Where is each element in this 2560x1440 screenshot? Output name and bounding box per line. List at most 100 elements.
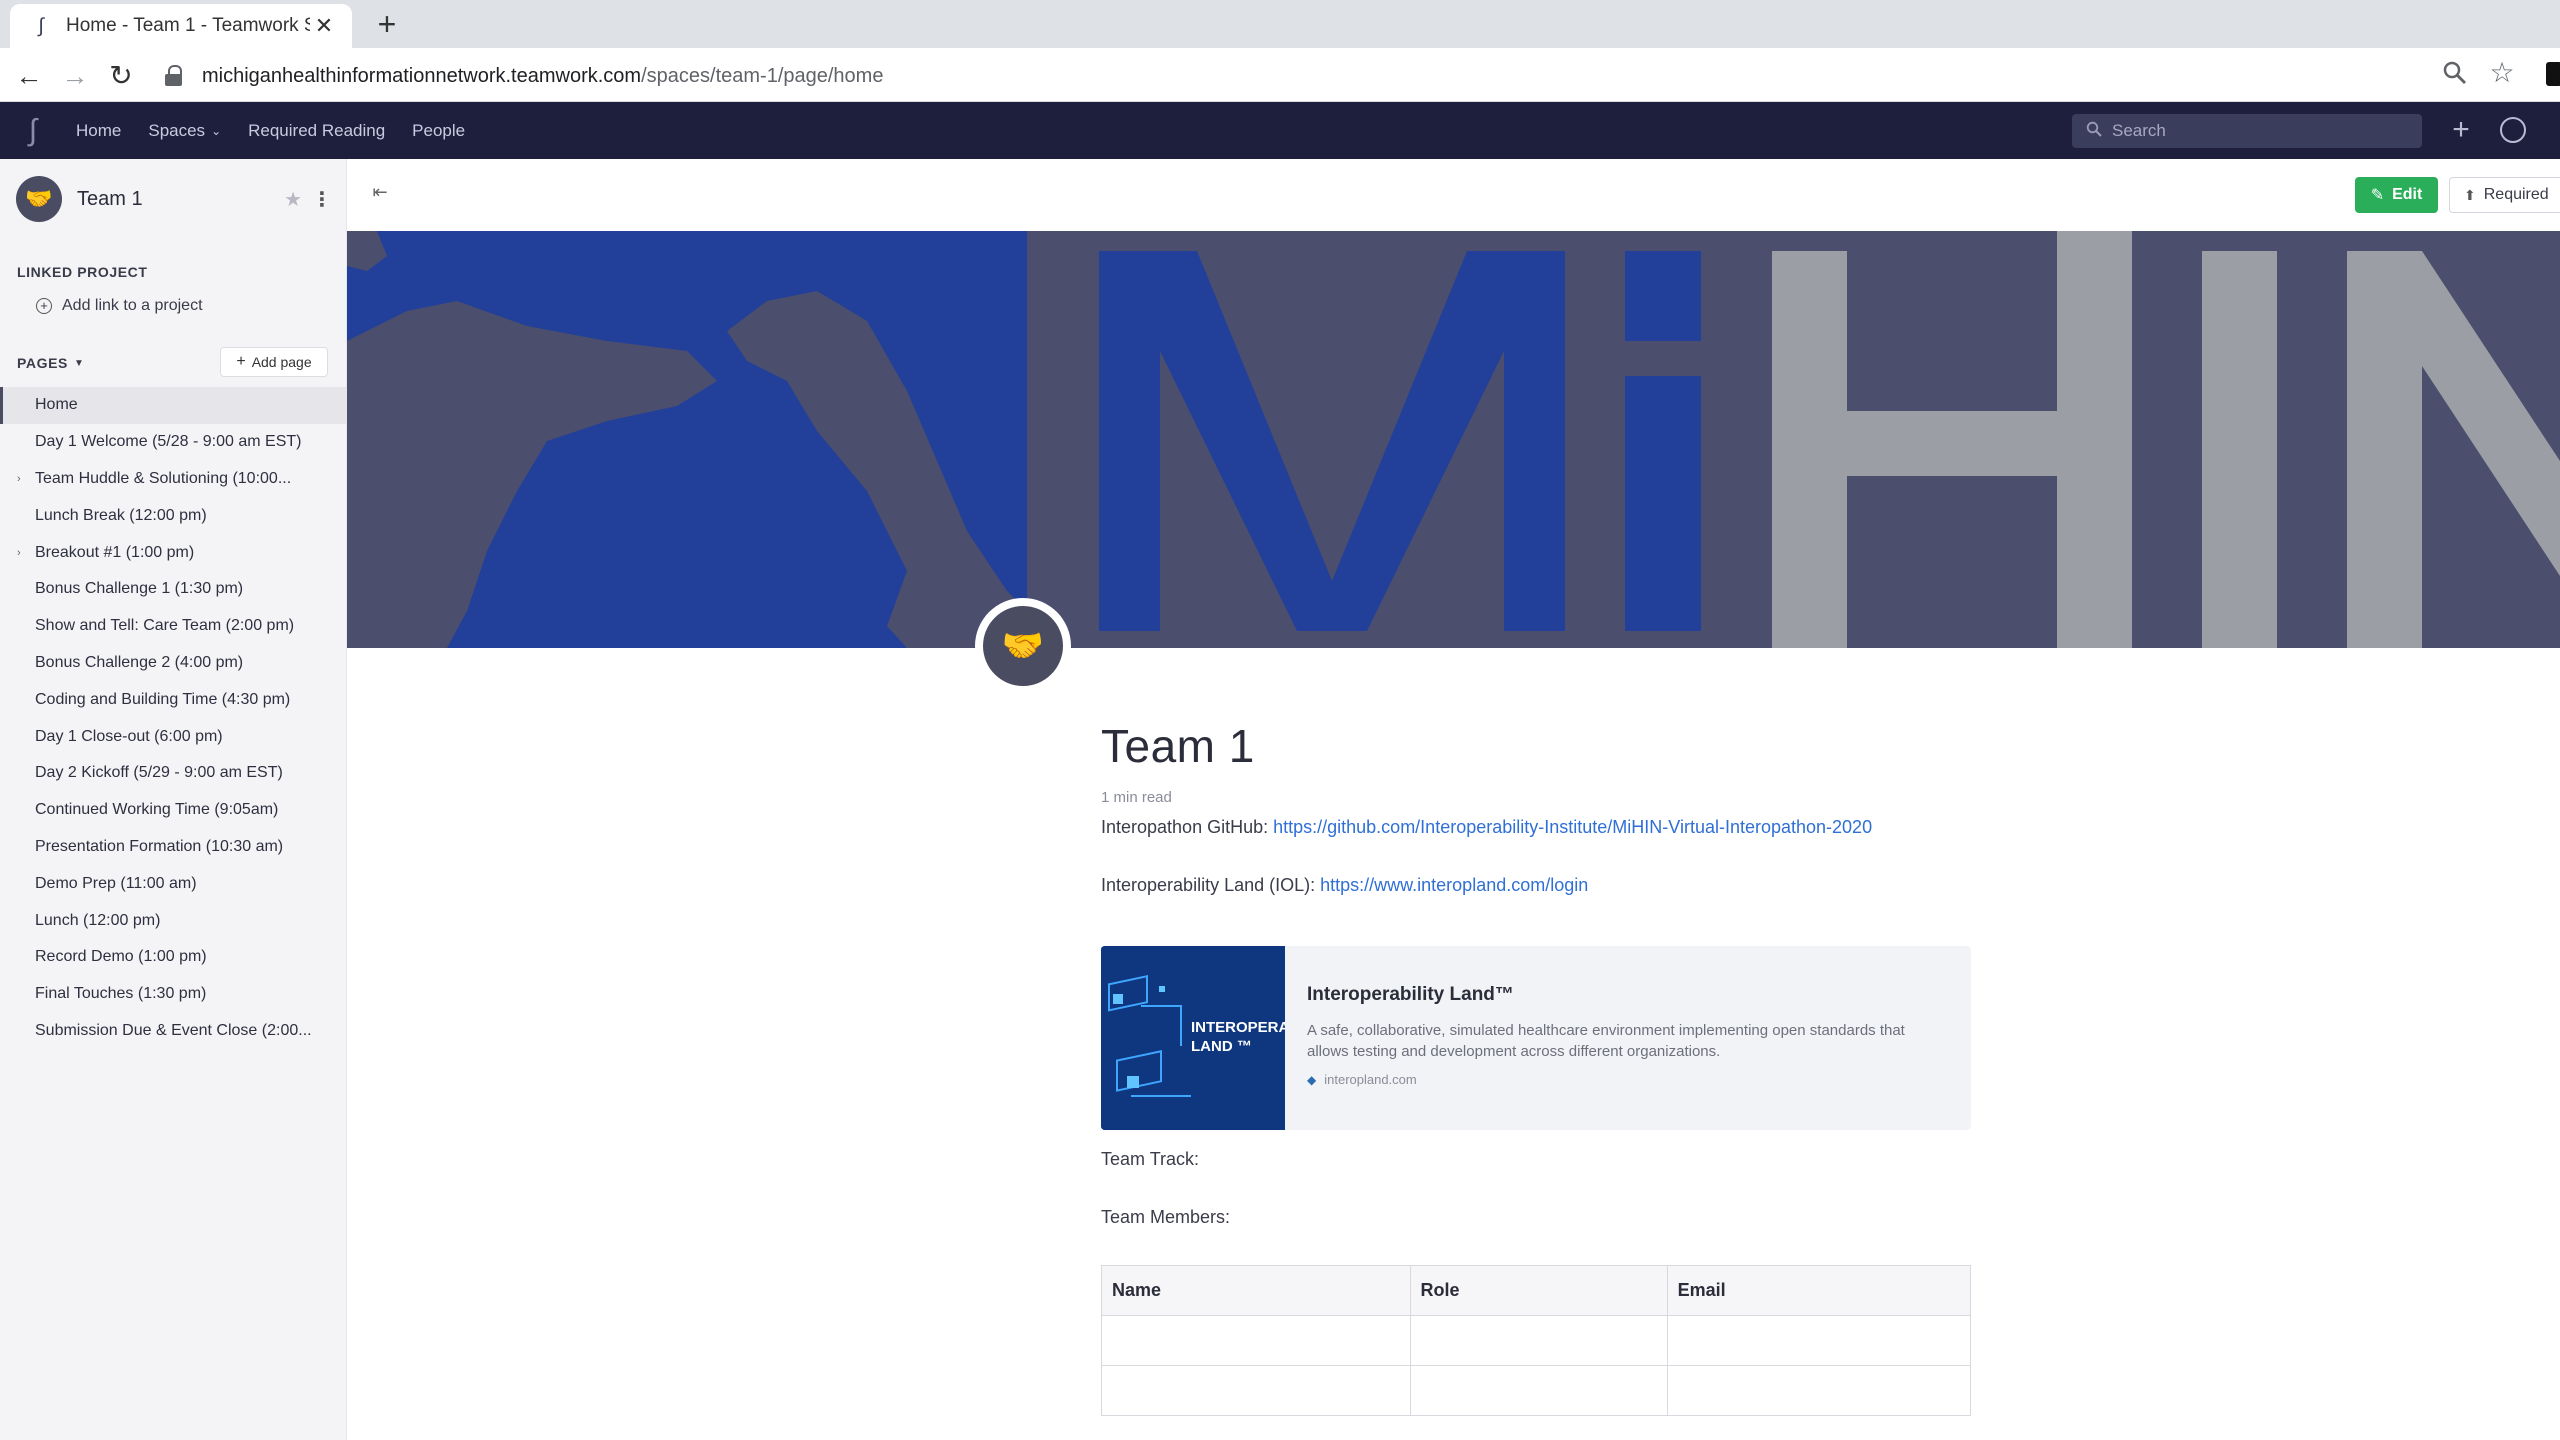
table-cell[interactable] [1101,1365,1411,1416]
sidebar-page-label: Day 1 Welcome (5/28 - 9:00 am EST) [35,433,302,451]
lock-icon [164,65,184,87]
linked-project-heading: LINKED PROJECT [17,264,148,280]
sidebar: 🤝 Team 1 ★ ⋮ LINKED PROJECT + Add link t… [0,159,347,1440]
add-link-label: Add link to a project [62,297,203,314]
browser-toolbar: ← → ↻ michiganhealthinformationnetwork.t… [0,48,2560,102]
sidebar-page-item[interactable]: Submission Due & Event Close (2:00... [0,1013,346,1050]
new-tab-icon[interactable]: + [370,8,404,42]
browser-tabstrip: ∫ Home - Team 1 - Teamwork Spac ✕ + [0,0,2560,48]
close-tab-icon[interactable]: ✕ [310,12,338,40]
chevron-right-icon[interactable]: › [17,473,21,485]
sidebar-page-item[interactable]: Lunch (12:00 pm) [0,902,346,939]
space-avatar-handshake-icon[interactable]: 🤝 [16,176,62,222]
chevron-down-icon: ⌄ [211,123,222,138]
card-thumbnail-text: INTEROPERA LAND ™ [1191,1018,1285,1056]
sidebar-page-item[interactable]: › Team Huddle & Solutioning (10:00... [0,461,346,498]
sidebar-page-item[interactable]: › Breakout #1 (1:00 pm) [0,534,346,571]
search-box[interactable] [2072,114,2422,148]
sidebar-page-label: Continued Working Time (9:05am) [35,801,279,819]
sidebar-page-item[interactable]: Show and Tell: Care Team (2:00 pm) [0,608,346,645]
sidebar-page-item[interactable]: Bonus Challenge 2 (4:00 pm) [0,645,346,682]
sidebar-page-item[interactable]: Continued Working Time (9:05am) [0,792,346,829]
github-link[interactable]: https://github.com/Interoperability-Inst… [1273,817,1872,837]
sidebar-page-item[interactable]: Day 1 Close-out (6:00 pm) [0,718,346,755]
reload-icon[interactable]: ↻ [104,59,138,93]
card-body: Interoperability Land™ A safe, collabora… [1307,984,1947,1087]
pages-heading[interactable]: PAGES ▼ [17,355,84,371]
table-cell[interactable] [1666,1365,1972,1416]
forward-icon[interactable]: → [58,59,92,93]
read-time: 1 min read [1101,789,1172,806]
table-cell[interactable] [1101,1315,1411,1366]
browser-tab[interactable]: ∫ Home - Team 1 - Teamwork Spac ✕ [10,4,352,48]
nav-home[interactable]: Home [76,121,121,141]
favorite-star-icon[interactable]: ★ [284,187,302,212]
card-domain: ◆ interopland.com [1307,1072,1947,1087]
card-description: A safe, collaborative, simulated healthc… [1307,1022,1905,1060]
sidebar-page-label: Lunch (12:00 pm) [35,911,161,929]
nav-home-label: Home [76,120,122,140]
bookmark-star-icon[interactable]: ☆ [2487,58,2517,88]
table-row [1101,1315,1972,1366]
search-input[interactable] [2112,121,2392,141]
chevron-right-icon[interactable]: › [17,547,21,559]
edit-button[interactable]: ✎ Edit [2355,177,2438,213]
sidebar-page-item[interactable]: Final Touches (1:30 pm) [0,976,346,1013]
sidebar-page-label: Bonus Challenge 2 (4:00 pm) [35,653,244,671]
sidebar-page-item[interactable]: Day 1 Welcome (5/28 - 9:00 am EST) [0,424,346,461]
extension-icon[interactable] [2546,62,2560,86]
pencil-icon: ✎ [2370,187,2385,204]
back-icon[interactable]: ← [12,59,46,93]
address-bar[interactable]: michiganhealthinformationnetwork.teamwor… [150,55,2480,97]
space-name[interactable]: Team 1 [77,188,284,211]
plus-icon: + [236,353,246,370]
domain-favicon-icon: ◆ [1307,1072,1317,1087]
url-text[interactable]: michiganhealthinformationnetwork.teamwor… [202,65,883,88]
table-cell[interactable] [1409,1315,1668,1366]
card-title[interactable]: Interoperability Land™ [1307,984,1947,1006]
nav-people-label: People [412,120,466,140]
col-role-header: Role [1409,1265,1668,1316]
col-email-header: Email [1666,1265,1972,1316]
sidebar-page-item[interactable]: Record Demo (1:00 pm) [0,939,346,976]
sidebar-page-item[interactable]: Presentation Formation (10:30 am) [0,829,346,866]
sidebar-page-item[interactable]: Coding and Building Time (4:30 pm) [0,681,346,718]
nav-required-reading-label: Required Reading [248,120,386,140]
sidebar-page-item[interactable]: Lunch Break (12:00 pm) [0,497,346,534]
zoom-icon[interactable] [2440,60,2470,90]
chevron-down-icon: ▼ [73,357,85,369]
more-options-icon[interactable]: ⋮ [312,187,332,212]
mihin-banner-graphic [347,231,2560,648]
iol-paragraph: Interoperability Land (IOL): https://www… [1101,875,1588,896]
sidebar-page-label: Show and Tell: Care Team (2:00 pm) [35,617,295,635]
space-emblem: 🤝 [975,598,1071,694]
nav-required-reading[interactable]: Required Reading [248,121,385,141]
sidebar-page-label: Team Huddle & Solutioning (10:00... [35,469,292,487]
card-thumbnail-image: INTEROPERA LAND ™ [1101,946,1285,1130]
sidebar-page-label: Final Touches (1:30 pm) [35,985,207,1003]
create-plus-icon[interactable]: + [2446,112,2476,148]
teamwork-logo-icon[interactable]: ∫ [16,114,50,148]
sidebar-page-label: Record Demo (1:00 pm) [35,948,207,966]
sidebar-page-item[interactable]: Home [0,387,346,424]
required-reading-button[interactable]: ⬆ Required [2449,177,2560,213]
sidebar-page-label: Day 1 Close-out (6:00 pm) [35,727,223,745]
sidebar-page-label: Submission Due & Event Close (2:00... [35,1021,312,1039]
collapse-sidebar-icon[interactable]: ⇤ [369,181,391,203]
table-cell[interactable] [1409,1365,1668,1416]
url-path: /spaces/team-1/page/home [641,64,884,87]
nav-people[interactable]: People [412,121,465,141]
nav-spaces[interactable]: Spaces ⌄ [148,121,221,141]
sidebar-page-item[interactable]: Day 2 Kickoff (5/29 - 9:00 am EST) [0,755,346,792]
col-name-header: Name [1101,1265,1411,1316]
link-preview-card[interactable]: INTEROPERA LAND ™ Interoperability Land™… [1101,946,1971,1130]
table-cell[interactable] [1666,1315,1972,1366]
add-link-to-project[interactable]: + Add link to a project [36,297,203,315]
add-page-button[interactable]: + Add page [220,347,328,377]
app-header: ∫ Home Spaces ⌄ Required Reading People + [0,102,2560,159]
iol-link[interactable]: https://www.interopland.com/login [1320,875,1588,895]
sidebar-page-item[interactable]: Bonus Challenge 1 (1:30 pm) [0,571,346,608]
handshake-icon: 🤝 [983,606,1063,686]
chat-icon[interactable] [2500,117,2526,143]
sidebar-page-item[interactable]: Demo Prep (11:00 am) [0,865,346,902]
